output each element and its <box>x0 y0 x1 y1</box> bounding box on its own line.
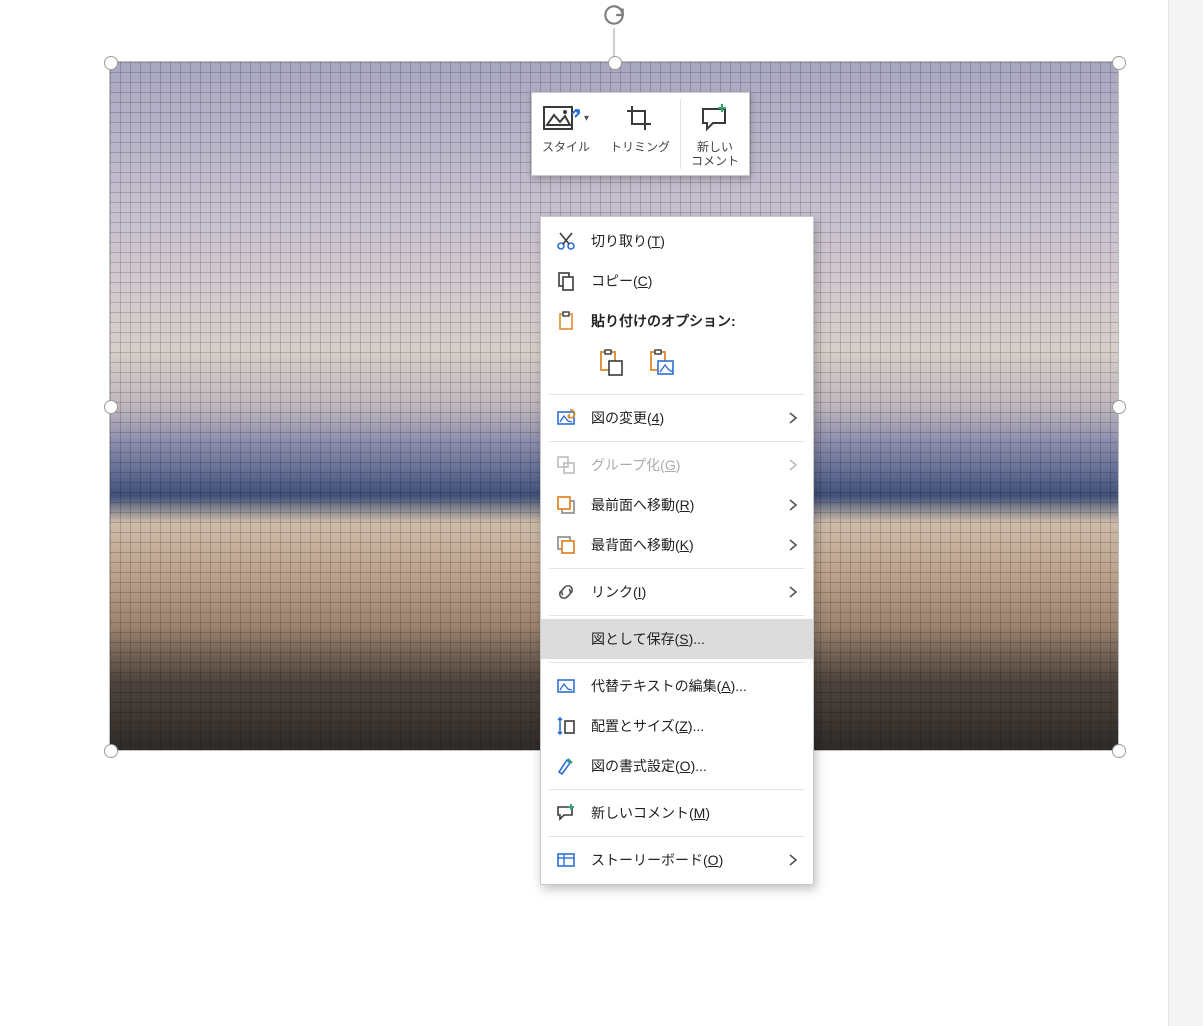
mini-style-label: スタイル <box>542 141 590 155</box>
menu-edit-alt-text-label: 代替テキストの編集(A)... <box>591 676 797 696</box>
mini-new-comment-label: 新しい コメント <box>691 141 739 169</box>
resize-handle-e[interactable] <box>1112 400 1126 414</box>
change-picture-icon <box>555 407 577 429</box>
submenu-arrow-icon <box>789 539 797 551</box>
submenu-arrow-icon <box>789 412 797 424</box>
mini-style-button[interactable]: ▾ スタイル <box>532 93 600 175</box>
rotation-handle-icon[interactable] <box>601 2 627 28</box>
slide-canvas[interactable]: ▾ スタイル トリミング 新しい コメント <box>0 0 1203 1026</box>
new-comment-icon <box>700 101 730 135</box>
resize-handle-ne[interactable] <box>1112 56 1126 70</box>
menu-divider <box>549 836 805 837</box>
menu-size-and-position[interactable]: 配置とサイズ(Z)... <box>541 706 813 746</box>
menu-storyboard[interactable]: ストーリーボード(O) <box>541 840 813 880</box>
blank-icon <box>555 628 577 650</box>
menu-save-as-picture-label: 図として保存(S)... <box>591 629 797 649</box>
menu-format-picture[interactable]: 図の書式設定(O)... <box>541 746 813 786</box>
mini-crop-button[interactable]: トリミング <box>600 93 680 175</box>
menu-link-label: リンク(I) <box>591 582 775 602</box>
submenu-arrow-icon <box>789 459 797 471</box>
format-picture-icon <box>555 755 577 777</box>
submenu-arrow-icon <box>789 586 797 598</box>
mini-crop-label: トリミング <box>610 141 670 155</box>
menu-divider <box>549 441 805 442</box>
scissors-icon <box>555 230 577 252</box>
menu-save-as-picture[interactable]: 図として保存(S)... <box>541 619 813 659</box>
menu-send-to-back[interactable]: 最背面へ移動(K) <box>541 525 813 565</box>
submenu-arrow-icon <box>789 499 797 511</box>
submenu-arrow-icon <box>789 854 797 866</box>
menu-send-to-back-label: 最背面へ移動(K) <box>591 535 775 555</box>
picture-style-icon: ▾ <box>543 101 589 135</box>
resize-handle-n[interactable] <box>608 56 622 70</box>
link-icon <box>555 581 577 603</box>
menu-change-picture-label: 図の変更(4) <box>591 408 775 428</box>
bring-front-icon <box>555 494 577 516</box>
resize-handle-sw[interactable] <box>104 744 118 758</box>
clipboard-icon <box>555 310 577 332</box>
paste-as-picture-icon <box>647 349 675 377</box>
resize-handle-se[interactable] <box>1112 744 1126 758</box>
menu-cut-label: 切り取り(T) <box>591 231 797 251</box>
rotation-line <box>613 28 615 58</box>
paste-as-picture-button[interactable] <box>641 343 681 383</box>
send-back-icon <box>555 534 577 556</box>
menu-copy[interactable]: コピー(C) <box>541 261 813 301</box>
menu-storyboard-label: ストーリーボード(O) <box>591 850 775 870</box>
menu-divider <box>549 568 805 569</box>
menu-cut[interactable]: 切り取り(T) <box>541 221 813 261</box>
menu-format-picture-label: 図の書式設定(O)... <box>591 756 797 776</box>
menu-change-picture[interactable]: 図の変更(4) <box>541 398 813 438</box>
menu-link[interactable]: リンク(I) <box>541 572 813 612</box>
context-menu: 切り取り(T) コピー(C) 貼り付けのオプション: <box>540 216 814 885</box>
menu-size-and-position-label: 配置とサイズ(Z)... <box>591 716 797 736</box>
menu-bring-to-front-label: 最前面へ移動(R) <box>591 495 775 515</box>
paste-keep-source-button[interactable] <box>591 343 631 383</box>
mini-new-comment-button[interactable]: 新しい コメント <box>681 93 749 175</box>
menu-new-comment[interactable]: 新しいコメント(M) <box>541 793 813 833</box>
menu-paste-header-label: 貼り付けのオプション: <box>591 311 797 331</box>
dropdown-caret-icon: ▾ <box>584 113 589 124</box>
paste-keep-source-icon <box>597 349 625 377</box>
storyboard-icon <box>555 849 577 871</box>
size-position-icon <box>555 715 577 737</box>
mini-toolbar: ▾ スタイル トリミング 新しい コメント <box>531 92 750 176</box>
menu-copy-label: コピー(C) <box>591 271 797 291</box>
group-icon <box>555 454 577 476</box>
menu-divider <box>549 394 805 395</box>
crop-icon <box>625 101 655 135</box>
copy-icon <box>555 270 577 292</box>
menu-bring-to-front[interactable]: 最前面へ移動(R) <box>541 485 813 525</box>
menu-divider <box>549 789 805 790</box>
paste-options-row <box>541 341 813 391</box>
menu-group-label: グループ化(G) <box>591 455 775 475</box>
resize-handle-nw[interactable] <box>104 56 118 70</box>
menu-divider <box>549 662 805 663</box>
menu-paste-header: 貼り付けのオプション: <box>541 301 813 341</box>
alt-text-icon <box>555 675 577 697</box>
new-comment-icon <box>555 802 577 824</box>
resize-handle-w[interactable] <box>104 400 118 414</box>
menu-new-comment-label: 新しいコメント(M) <box>591 803 797 823</box>
menu-group: グループ化(G) <box>541 445 813 485</box>
right-pane-gutter <box>1168 0 1203 1026</box>
menu-divider <box>549 615 805 616</box>
menu-edit-alt-text[interactable]: 代替テキストの編集(A)... <box>541 666 813 706</box>
